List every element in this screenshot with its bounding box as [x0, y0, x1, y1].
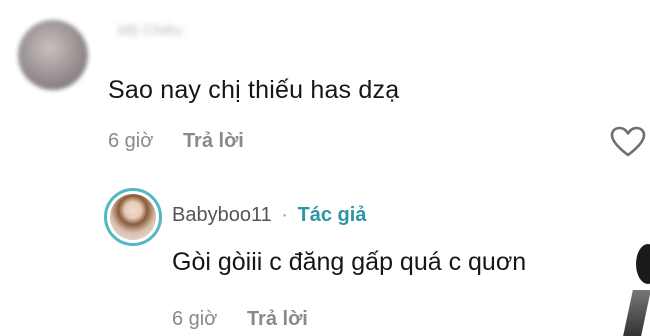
- reply-button[interactable]: Trả lời: [183, 130, 244, 152]
- reply-button[interactable]: Trả lời: [247, 308, 308, 330]
- reply-text: Gòi gòiii c đăng gấp quá c quơn: [172, 248, 527, 276]
- reply-header: Babyboo11 · Tác giả: [172, 204, 366, 227]
- reply-time: 6 giờ: [172, 308, 218, 330]
- comment-author[interactable]: Mộ Chiêu: [118, 22, 182, 39]
- separator-dot: ·: [281, 204, 288, 226]
- reply-item: Babyboo11 · Tác giả Gòi gòiii c đăng gấp…: [0, 188, 650, 336]
- comment-text: Sao nay chị thiếu has dzạ: [108, 76, 400, 104]
- comment-item: Mộ Chiêu Sao nay chị thiếu has dzạ 6 giờ…: [0, 0, 650, 165]
- reply-meta: 6 giờ Trả lời: [172, 308, 308, 331]
- avatar-image: [110, 194, 156, 240]
- reply-author[interactable]: Babyboo11: [172, 204, 272, 226]
- author-badge: Tác giả: [297, 204, 367, 226]
- comment-meta: 6 giờ Trả lời: [108, 130, 244, 153]
- comment-time: 6 giờ: [108, 130, 154, 152]
- avatar[interactable]: [104, 188, 162, 246]
- heart-icon[interactable]: [610, 126, 646, 158]
- avatar[interactable]: [18, 20, 88, 90]
